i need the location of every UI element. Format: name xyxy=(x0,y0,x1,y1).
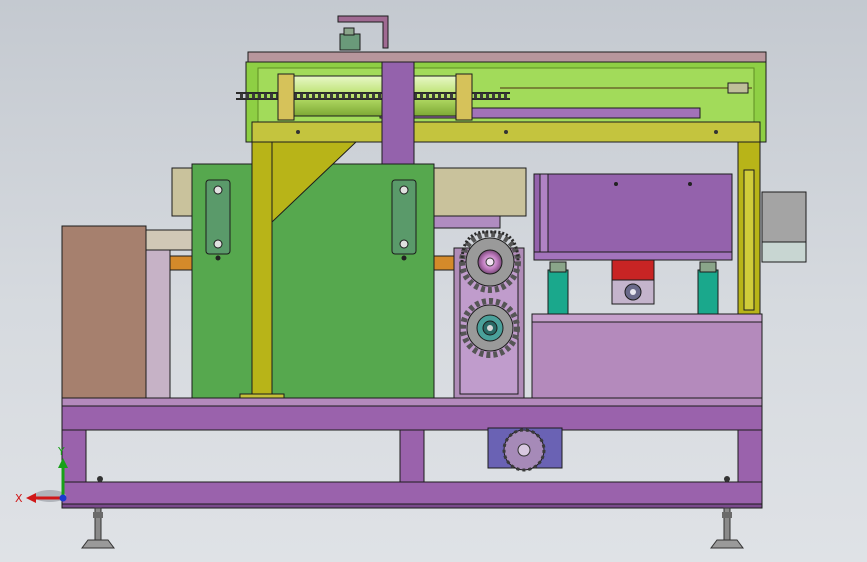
gearbox-hub xyxy=(517,443,531,457)
orange-rail-left xyxy=(167,255,195,271)
plate-hole-4 xyxy=(399,239,409,249)
motor-box xyxy=(533,173,733,259)
upright-right-inner xyxy=(743,169,755,311)
triad-x-label: X xyxy=(15,492,23,505)
green-housing xyxy=(191,163,435,401)
top-bracket xyxy=(337,15,389,51)
bottom-gearbox xyxy=(487,427,563,472)
rail-bolt-2 xyxy=(504,130,508,134)
right-motor-assembly xyxy=(533,173,733,315)
sprocket-upper xyxy=(459,231,521,293)
purple-strip-right xyxy=(433,215,501,229)
sensor-cap xyxy=(343,27,355,36)
left-cabinet xyxy=(61,225,195,403)
plate-hole-3 xyxy=(399,185,409,195)
frame-bottom-rail xyxy=(61,503,763,509)
housing-bolt-2 xyxy=(401,255,407,261)
foot-right-pad xyxy=(710,539,744,549)
motor-bolt-1 xyxy=(614,182,618,186)
teal-cylinder-right xyxy=(697,269,719,315)
teal-cylinder-left xyxy=(547,269,569,315)
beige-bar-left xyxy=(171,167,195,217)
cabinet-side xyxy=(145,229,171,401)
sprocket-lower xyxy=(460,298,520,358)
sprocket-lower-center xyxy=(487,325,493,331)
frame-top-beam xyxy=(61,405,763,431)
cabinet-top-lip xyxy=(145,229,195,251)
side-box-bottom xyxy=(761,241,807,263)
coordinate-triad: X Y xyxy=(15,445,68,505)
cabinet-body xyxy=(61,225,147,403)
side-box-body xyxy=(761,191,807,243)
frame-leg-2 xyxy=(399,429,425,483)
enclosure-lid xyxy=(247,51,767,64)
top-enclosure xyxy=(236,51,767,143)
chain-drive xyxy=(453,230,525,399)
motor-bolt-2 xyxy=(688,182,692,186)
plate-hole-2 xyxy=(213,239,223,249)
beige-bar-right xyxy=(431,167,527,217)
roller-end-block-right xyxy=(455,73,473,121)
rod-clamp xyxy=(727,82,749,94)
frame-bolt-right xyxy=(724,476,730,482)
teal-cylinder-left-cap xyxy=(549,261,567,273)
pink-base-top xyxy=(531,313,763,323)
frame-top-rail xyxy=(61,397,763,407)
sensor-body xyxy=(339,33,361,51)
teal-cylinder-right-cap xyxy=(699,261,717,273)
triad-x-arrow-icon xyxy=(26,493,36,503)
foot-left-pad xyxy=(81,539,115,549)
motor-box-lip xyxy=(533,251,733,261)
housing-bolt-1 xyxy=(215,255,221,261)
upright-left xyxy=(251,141,273,399)
bearing-center xyxy=(630,289,636,295)
leveling-feet xyxy=(81,507,744,549)
frame-leg-1 xyxy=(61,429,87,483)
frame-leg-3 xyxy=(737,429,763,483)
red-bearing-block xyxy=(611,259,655,281)
foot-right-nut xyxy=(722,512,732,518)
frame-bottom-beam xyxy=(61,481,763,507)
vertical-guide xyxy=(381,61,415,167)
triad-z-axis-icon xyxy=(59,494,67,502)
base-frame xyxy=(61,397,763,509)
sprocket-upper-bore xyxy=(485,257,495,267)
triad-y-label: Y xyxy=(57,445,65,458)
plate-hole-1 xyxy=(213,185,223,195)
pink-base-block xyxy=(531,315,763,401)
right-side-box xyxy=(761,191,807,263)
cad-viewport[interactable]: X Y xyxy=(0,0,867,562)
rail-bolt-3 xyxy=(714,130,718,134)
roller-end-block-left xyxy=(277,73,295,121)
frame-bolt-left xyxy=(97,476,103,482)
rail-bolt-1 xyxy=(296,130,300,134)
machine-drawing: X Y xyxy=(15,15,807,549)
motor-box-flange xyxy=(539,173,549,259)
foot-left-nut xyxy=(93,512,103,518)
